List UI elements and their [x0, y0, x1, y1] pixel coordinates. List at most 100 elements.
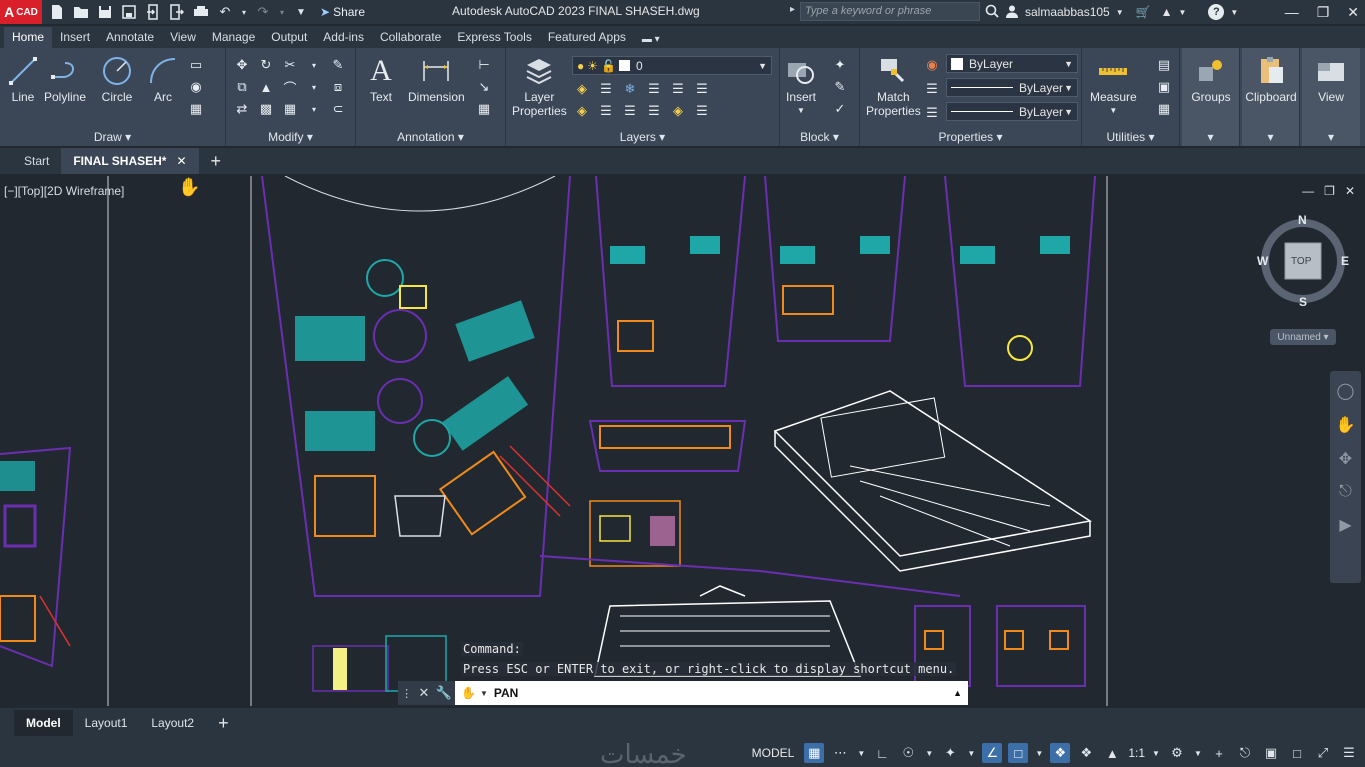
quick-properties-icon[interactable]: ▣	[1261, 743, 1281, 763]
tab-model[interactable]: Model	[14, 710, 73, 736]
chevron-down-icon[interactable]: ▼	[1230, 8, 1238, 17]
annotation-visibility-icon[interactable]: ❖	[1050, 743, 1071, 763]
autodesk-app-icon[interactable]: ▲	[1161, 5, 1173, 19]
groups-tool[interactable]: Groups	[1186, 54, 1236, 104]
fullscreen-icon[interactable]: ⤢	[1313, 743, 1333, 763]
customize-qat-icon[interactable]: ▼	[292, 3, 310, 21]
explode-icon[interactable]: ⧈	[328, 78, 348, 96]
chevron-down-icon[interactable]: ▾	[1242, 130, 1299, 144]
new-file-icon[interactable]	[48, 3, 66, 21]
polar-tracking-icon[interactable]: ☉	[898, 743, 918, 763]
scale-icon[interactable]: ▩	[256, 100, 276, 118]
color-dropdown[interactable]: ByLayer ▼	[946, 54, 1078, 73]
add-tab-icon[interactable]: +	[199, 151, 234, 172]
object-snap-tracking-icon[interactable]: ∠	[982, 743, 1003, 763]
viewcube-top-face[interactable]: TOP	[1291, 256, 1311, 267]
chevron-down-icon[interactable]: ▼	[1034, 743, 1044, 763]
utilities-panel-title[interactable]: Utilities ▾	[1082, 130, 1179, 144]
orbit-icon[interactable]: ⎋	[1339, 483, 1352, 501]
compass-east-label[interactable]: E	[1341, 254, 1349, 268]
compass-west-label[interactable]: W	[1257, 254, 1268, 268]
layer-walk-icon[interactable]: ☰	[692, 102, 712, 120]
chevron-down-icon[interactable]: ▼	[856, 743, 866, 763]
trim-dropdown-icon[interactable]: ▾	[304, 56, 324, 74]
workspace-gear-icon[interactable]: ⚙	[1167, 743, 1187, 763]
chevron-down-icon[interactable]: ▾	[1302, 130, 1360, 144]
move-icon[interactable]: ✥	[232, 56, 252, 74]
tab-featured-apps[interactable]: Featured Apps	[540, 27, 634, 48]
tab-home[interactable]: Home	[4, 27, 53, 48]
lineweight-dropdown[interactable]: ByLayer ▼	[946, 102, 1078, 121]
tab-add-ins[interactable]: Add-ins	[315, 27, 372, 48]
chevron-down-icon[interactable]: ▼	[1116, 8, 1124, 17]
edit-attributes-icon[interactable]: ✓	[830, 100, 850, 118]
print-icon[interactable]	[192, 3, 210, 21]
add-layout-icon[interactable]: +	[206, 713, 241, 734]
clipboard-panel[interactable]: Clipboard ▾	[1242, 48, 1300, 146]
showmotion-icon[interactable]: ▶	[1339, 515, 1351, 535]
tab-drawing[interactable]: FINAL SHASEH* ✕	[61, 148, 199, 174]
steering-wheel-icon[interactable]: ◯	[1337, 381, 1355, 401]
close-icon[interactable]: ✕	[176, 154, 186, 168]
snap-icon[interactable]: ⋯	[830, 743, 850, 763]
chevron-down-icon[interactable]: ▼	[1151, 743, 1161, 763]
tab-layout2[interactable]: Layout2	[139, 710, 206, 736]
chevron-down-icon[interactable]: ▼	[1179, 8, 1187, 17]
pan-icon[interactable]: ✋	[1336, 415, 1356, 435]
redo-icon[interactable]: ↷	[254, 3, 272, 21]
undo-dropdown-icon[interactable]: ▾	[240, 3, 248, 21]
tab-collaborate[interactable]: Collaborate	[372, 27, 449, 48]
chevron-down-icon[interactable]: ▼	[966, 743, 976, 763]
dimension-tool[interactable]: Dimension	[408, 54, 465, 104]
properties-panel-title[interactable]: Properties ▾	[860, 130, 1081, 144]
compass-south-label[interactable]: S	[1299, 295, 1307, 309]
add-scale-icon[interactable]: +	[1209, 743, 1229, 763]
minimize-icon[interactable]: —	[1285, 4, 1299, 20]
layer-lock-icon[interactable]: ☰	[644, 80, 664, 98]
offset-icon[interactable]: ⊂	[328, 100, 348, 118]
edit-block-icon[interactable]: ✎	[830, 78, 850, 96]
text-tool[interactable]: A Text	[364, 54, 398, 105]
erase-icon[interactable]: ✎	[328, 56, 348, 74]
search-icon[interactable]	[985, 4, 999, 21]
groups-panel[interactable]: Groups ▾	[1182, 48, 1240, 146]
layer-unlock-icon[interactable]: ☰	[644, 102, 664, 120]
restore-icon[interactable]: ❐	[1317, 4, 1330, 21]
close-icon[interactable]: ✕	[418, 685, 429, 701]
annotation-scale-auto-icon[interactable]: ❖	[1076, 743, 1096, 763]
customize-menu-icon[interactable]: ☰	[1339, 743, 1359, 763]
isodraft-icon[interactable]: ✦	[940, 743, 960, 763]
drawing-canvas[interactable]: [−][Top][2D Wireframe] ✋ — ❐ ✕ N S E W T…	[0, 176, 1365, 706]
ucs-dropdown[interactable]: Unnamed ▾	[1270, 329, 1336, 345]
annotation-scale-icon[interactable]: ▲	[1102, 743, 1122, 763]
viewcube[interactable]: N S E W TOP	[1257, 213, 1349, 309]
clipboard-tool[interactable]: Clipboard	[1244, 54, 1298, 104]
chevron-up-icon[interactable]: ▲	[953, 688, 962, 698]
redo-dropdown-icon[interactable]: ▾	[278, 3, 286, 21]
select-all-icon[interactable]: ▣	[1154, 78, 1174, 96]
layer-thaw-icon[interactable]: ☰	[620, 102, 640, 120]
object-snap-icon[interactable]: □	[1008, 743, 1029, 763]
calculator-icon[interactable]: ▦	[1154, 100, 1174, 118]
leader-icon[interactable]: ↘	[474, 78, 494, 96]
drag-handle-icon[interactable]: ⋮	[401, 687, 412, 700]
modify-panel-title[interactable]: Modify ▾	[226, 130, 355, 144]
trim-icon[interactable]: ✂	[280, 56, 300, 74]
linear-dim-icon[interactable]: ⊢	[474, 56, 494, 74]
annotation-panel-title[interactable]: Annotation ▾	[356, 130, 505, 144]
line-tool[interactable]: Line	[6, 54, 40, 104]
wrench-icon[interactable]: 🔧	[436, 685, 452, 701]
circle-tool[interactable]: Circle	[100, 54, 134, 104]
tab-express-tools[interactable]: Express Tools	[449, 27, 539, 48]
quick-select-icon[interactable]: ▤	[1154, 56, 1174, 74]
undo-icon[interactable]: ↶	[216, 3, 234, 21]
draw-panel-title[interactable]: Draw ▾	[0, 130, 225, 144]
compass-north-label[interactable]: N	[1298, 213, 1307, 227]
tab-output[interactable]: Output	[263, 27, 315, 48]
layer-on-icon[interactable]: ◈	[572, 102, 592, 120]
fillet-dropdown-icon[interactable]: ▾	[304, 78, 324, 96]
layer-previous-icon[interactable]: ◈	[668, 102, 688, 120]
tab-view[interactable]: View	[162, 27, 204, 48]
minimize-icon[interactable]: —	[1302, 184, 1314, 198]
rectangle-icon[interactable]: ▭	[186, 56, 206, 74]
